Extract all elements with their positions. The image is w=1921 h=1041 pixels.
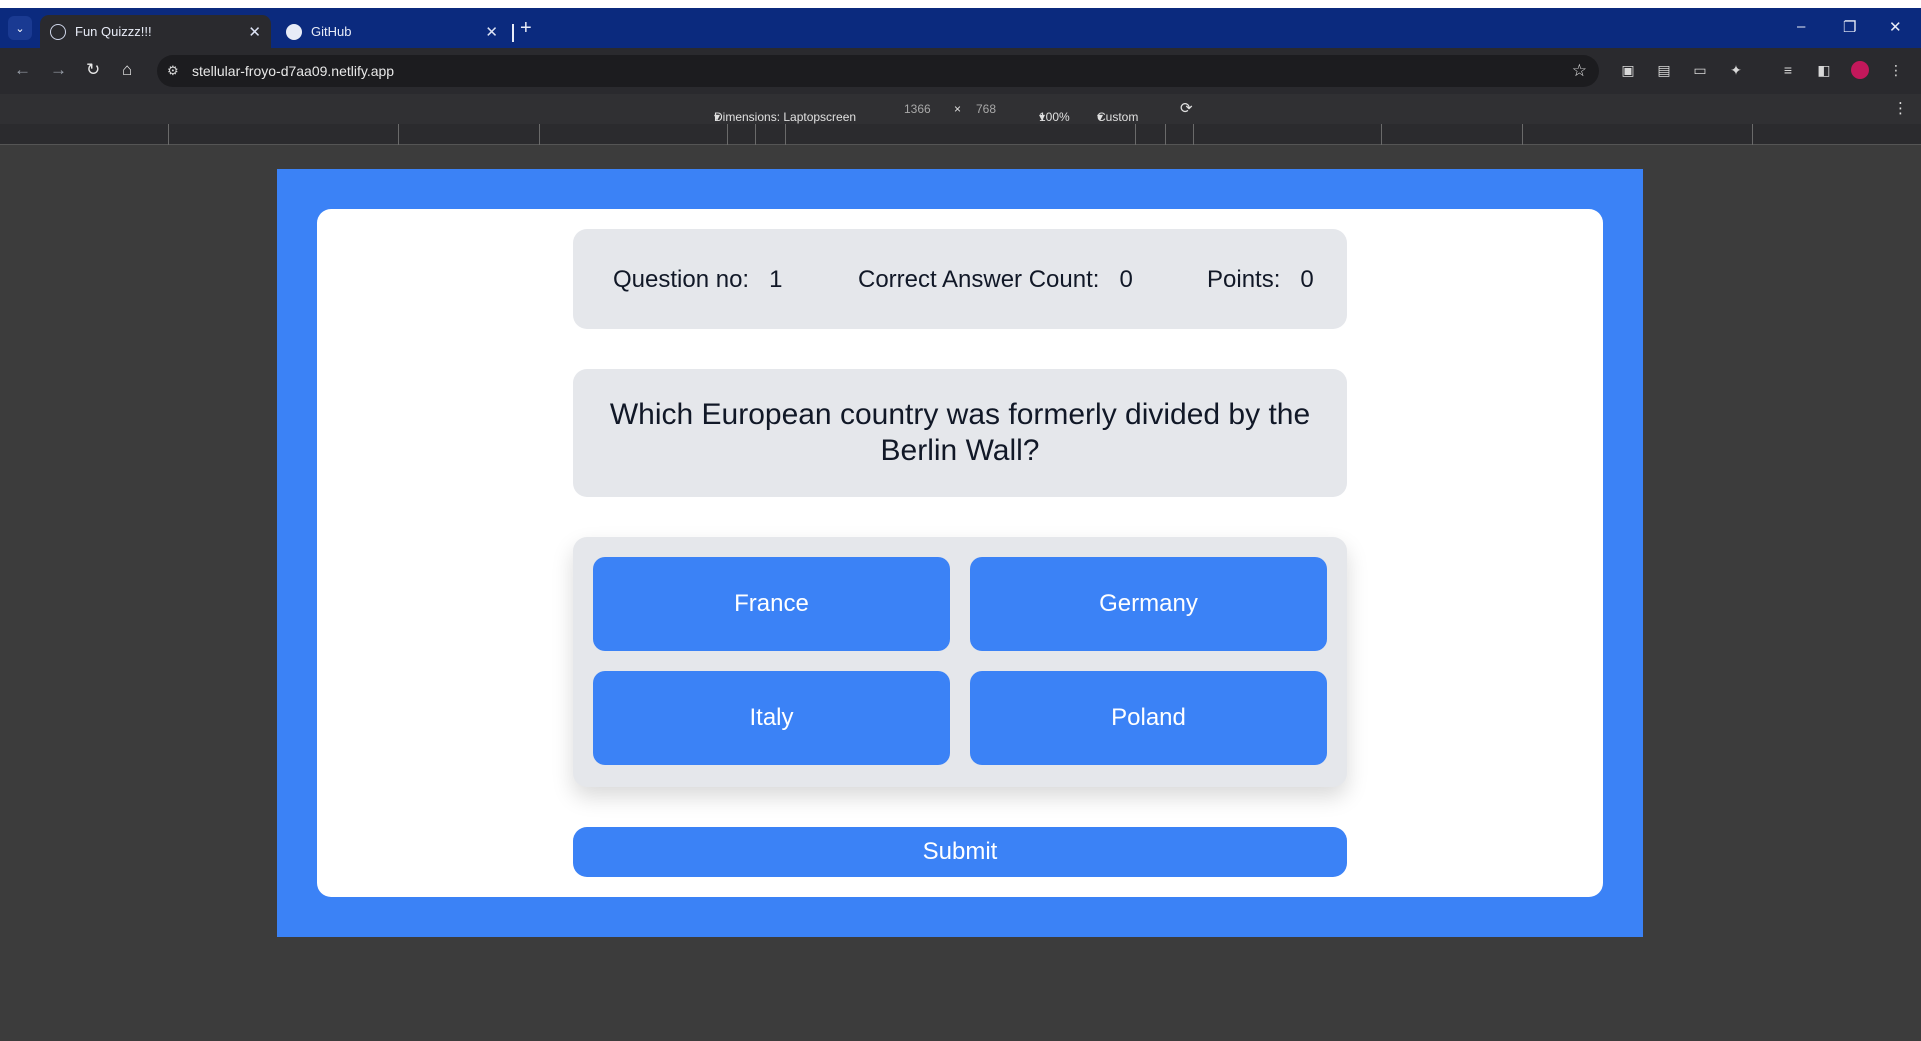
site-info-icon[interactable]: ⚙ [167,63,179,79]
ruler-tick [539,124,540,145]
width-field[interactable]: 1366 [904,102,931,116]
question-number: Question no: 1 [613,266,782,294]
minimize-button[interactable]: – [1797,18,1805,35]
close-tab-icon[interactable]: ✕ [248,23,261,41]
question-text: Which European country was formerly divi… [573,369,1347,497]
ruler-tick [1135,124,1136,145]
question-number-label: Question no: [613,266,750,293]
quiz-page: Question no: 1 Correct Answer Count: 0 P… [277,169,1643,937]
menu-icon[interactable]: ⋮ [1886,60,1906,80]
times-icon: × [954,102,962,116]
tab-title: Fun Quizzz!!! [75,24,152,39]
restore-button[interactable]: ❐ [1843,18,1856,36]
points: Points: 0 [1207,266,1314,294]
address-bar[interactable]: ⚙ stellular-froyo-d7aa09.netlify.app ☆ [157,55,1599,87]
caret-down-icon: ▾ [1039,110,1046,124]
media-query-ruler [0,124,1921,145]
height-field[interactable]: 768 [976,102,996,116]
tab-separator [512,24,514,42]
option-button-poland[interactable]: Poland [970,671,1327,765]
question-number-value: 1 [769,266,783,293]
chevron-down-icon: ⌄ [15,22,25,35]
ruler-tick [1752,124,1753,145]
ruler-tick [398,124,399,145]
translate-icon[interactable]: ▣ [1618,60,1638,80]
option-button-germany[interactable]: Germany [970,557,1327,651]
score-panel: Question no: 1 Correct Answer Count: 0 P… [573,229,1347,329]
submit-button[interactable]: Submit [573,827,1347,877]
option-button-france[interactable]: France [593,557,950,651]
dimensions-label: Dimensions: Laptopscreen [714,110,857,124]
media-icon[interactable]: ▭ [1690,60,1710,80]
rotate-icon[interactable]: ⟳ [1180,99,1193,117]
window-top-strip [0,0,1921,8]
ruler-tick [727,124,728,145]
tab-bar: ⌄ Fun Quizzz!!! ✕ GitHub ✕ + – ❐ ✕ [0,8,1921,48]
correct-answer-count: Correct Answer Count: 0 [858,266,1133,294]
close-window-button[interactable]: ✕ [1889,18,1902,36]
caret-down-icon: ▾ [1097,110,1104,124]
bookmark-star-icon[interactable]: ☆ [1572,61,1587,81]
tab-fun-quizzz[interactable]: Fun Quizzz!!! ✕ [40,15,271,48]
ruler-tick [1165,124,1166,145]
reload-icon[interactable]: ↻ [86,60,100,80]
ruler-tick [1522,124,1523,145]
home-icon[interactable]: ⌂ [122,60,132,80]
reading-list-icon[interactable]: ≡ [1778,60,1798,80]
close-tab-icon[interactable]: ✕ [485,23,498,41]
url-text[interactable]: stellular-froyo-d7aa09.netlify.app [192,63,394,79]
avatar[interactable] [1850,60,1870,80]
more-options-icon[interactable]: ⋮ [1893,99,1908,117]
tab-search-button[interactable]: ⌄ [8,16,32,40]
tab-title: GitHub [311,24,352,39]
throttle-label: Custom [1097,110,1139,124]
ruler-tick [1193,124,1194,145]
browser-toolbar: ← → ↻ ⌂ ⚙ stellular-froyo-d7aa09.netlify… [0,48,1921,94]
extension-icon[interactable]: ▤ [1654,60,1674,80]
new-tab-button[interactable]: + [520,18,532,38]
correct-answer-label: Correct Answer Count: [858,266,1100,293]
ruler-tick [785,124,786,145]
option-button-italy[interactable]: Italy [593,671,950,765]
caret-down-icon: ▾ [714,110,721,124]
correct-answer-value: 0 [1119,266,1133,293]
tab-github[interactable]: GitHub ✕ [276,15,508,48]
quiz-card: Question no: 1 Correct Answer Count: 0 P… [317,209,1603,897]
github-icon [286,23,302,40]
ruler-tick [168,124,169,145]
globe-icon [50,23,66,40]
options-panel: France Germany Italy Poland [573,537,1347,787]
puzzle-icon[interactable]: ✦ [1726,60,1746,80]
back-icon[interactable]: ← [14,60,31,80]
points-value: 0 [1300,266,1314,293]
ruler-tick [1381,124,1382,145]
ruler-tick [755,124,756,145]
side-panel-icon[interactable]: ◧ [1814,60,1834,80]
points-label: Points: [1207,266,1281,293]
forward-icon[interactable]: → [50,60,67,80]
device-toolbar: Dimensions: Laptopscreen ▾ 1366 × 768 10… [0,94,1921,124]
browser-window: ⌄ Fun Quizzz!!! ✕ GitHub ✕ + – ❐ ✕ ← → ↻… [0,0,1921,1041]
